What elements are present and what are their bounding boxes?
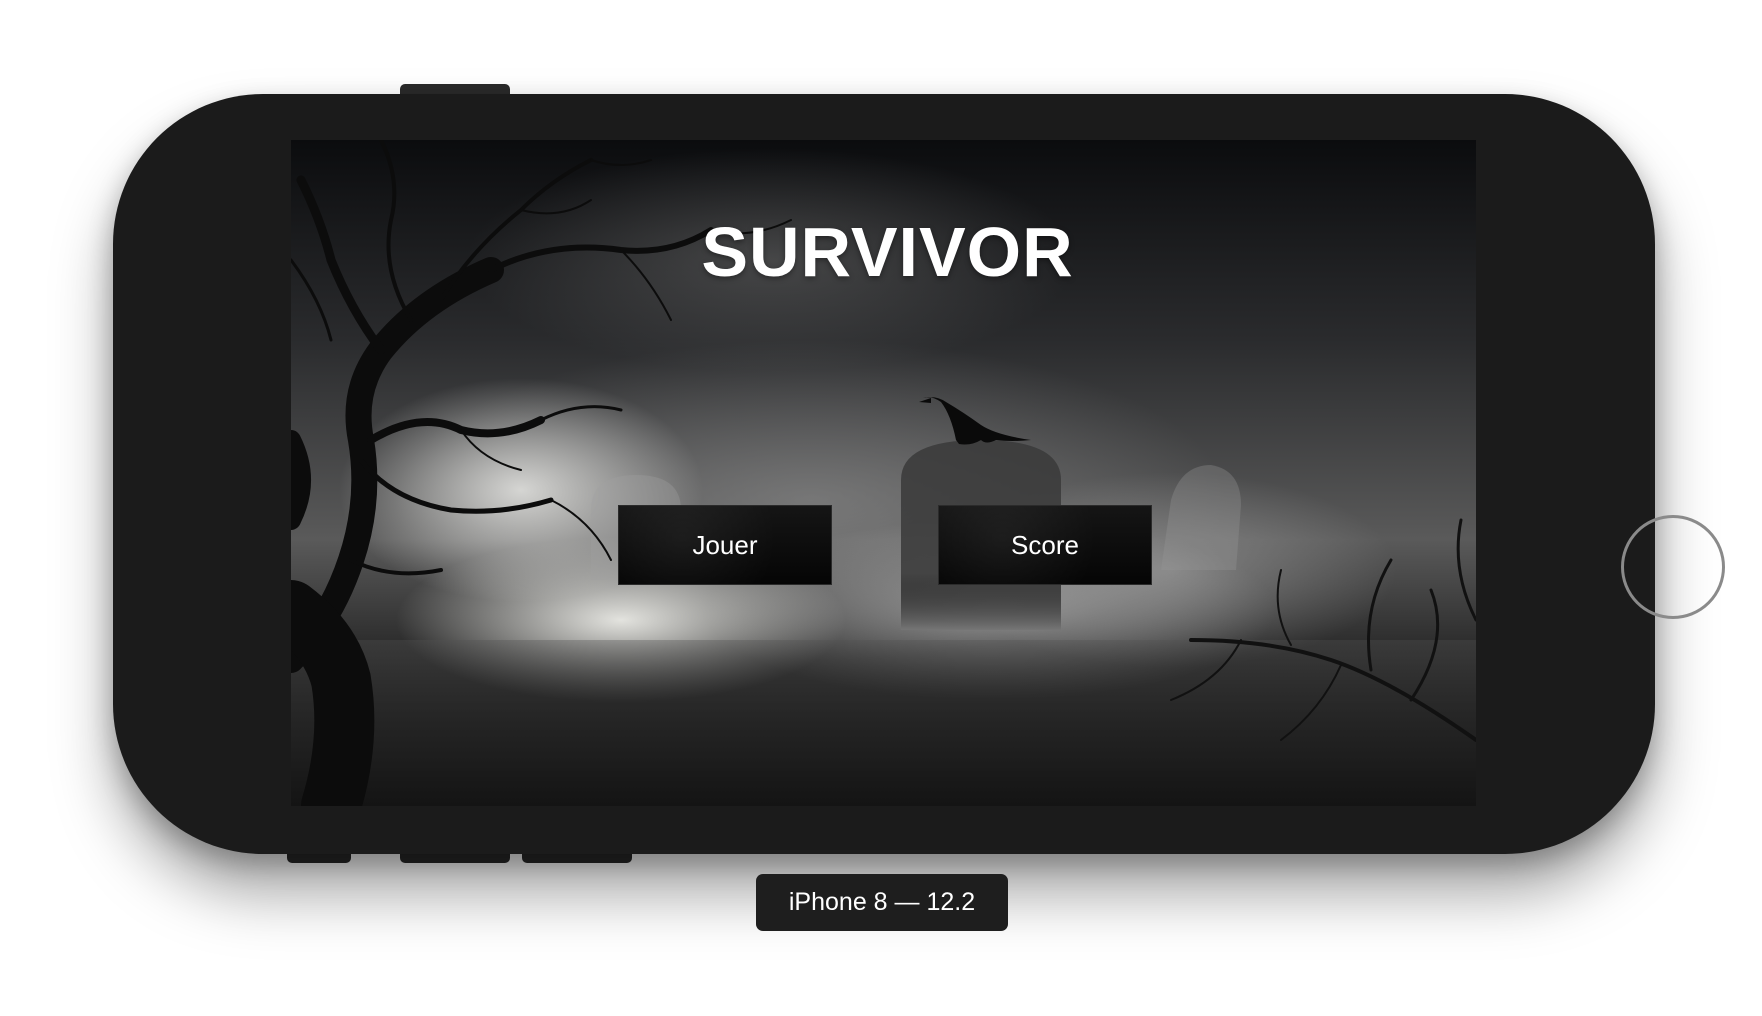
device-label-text: iPhone 8 — 12.2 bbox=[788, 888, 976, 916]
home-button[interactable] bbox=[1621, 515, 1725, 619]
score-button[interactable]: Score bbox=[938, 505, 1152, 585]
play-button-label: Jouer bbox=[692, 529, 758, 560]
simulator-stage: SURVIVOR Jouer Score iPhone 8 — 12.2 bbox=[0, 0, 1762, 1016]
tombstone-right bbox=[1161, 465, 1241, 570]
game-title: SURVIVOR bbox=[291, 212, 1476, 292]
simulator-device-label: iPhone 8 — 12.2 bbox=[756, 874, 1008, 931]
score-button-label: Score bbox=[1011, 529, 1079, 560]
game-title-text: SURVIVOR bbox=[701, 213, 1074, 291]
app-screen: SURVIVOR Jouer Score bbox=[291, 140, 1476, 806]
raven-icon bbox=[919, 397, 1031, 445]
play-button[interactable]: Jouer bbox=[618, 505, 832, 585]
